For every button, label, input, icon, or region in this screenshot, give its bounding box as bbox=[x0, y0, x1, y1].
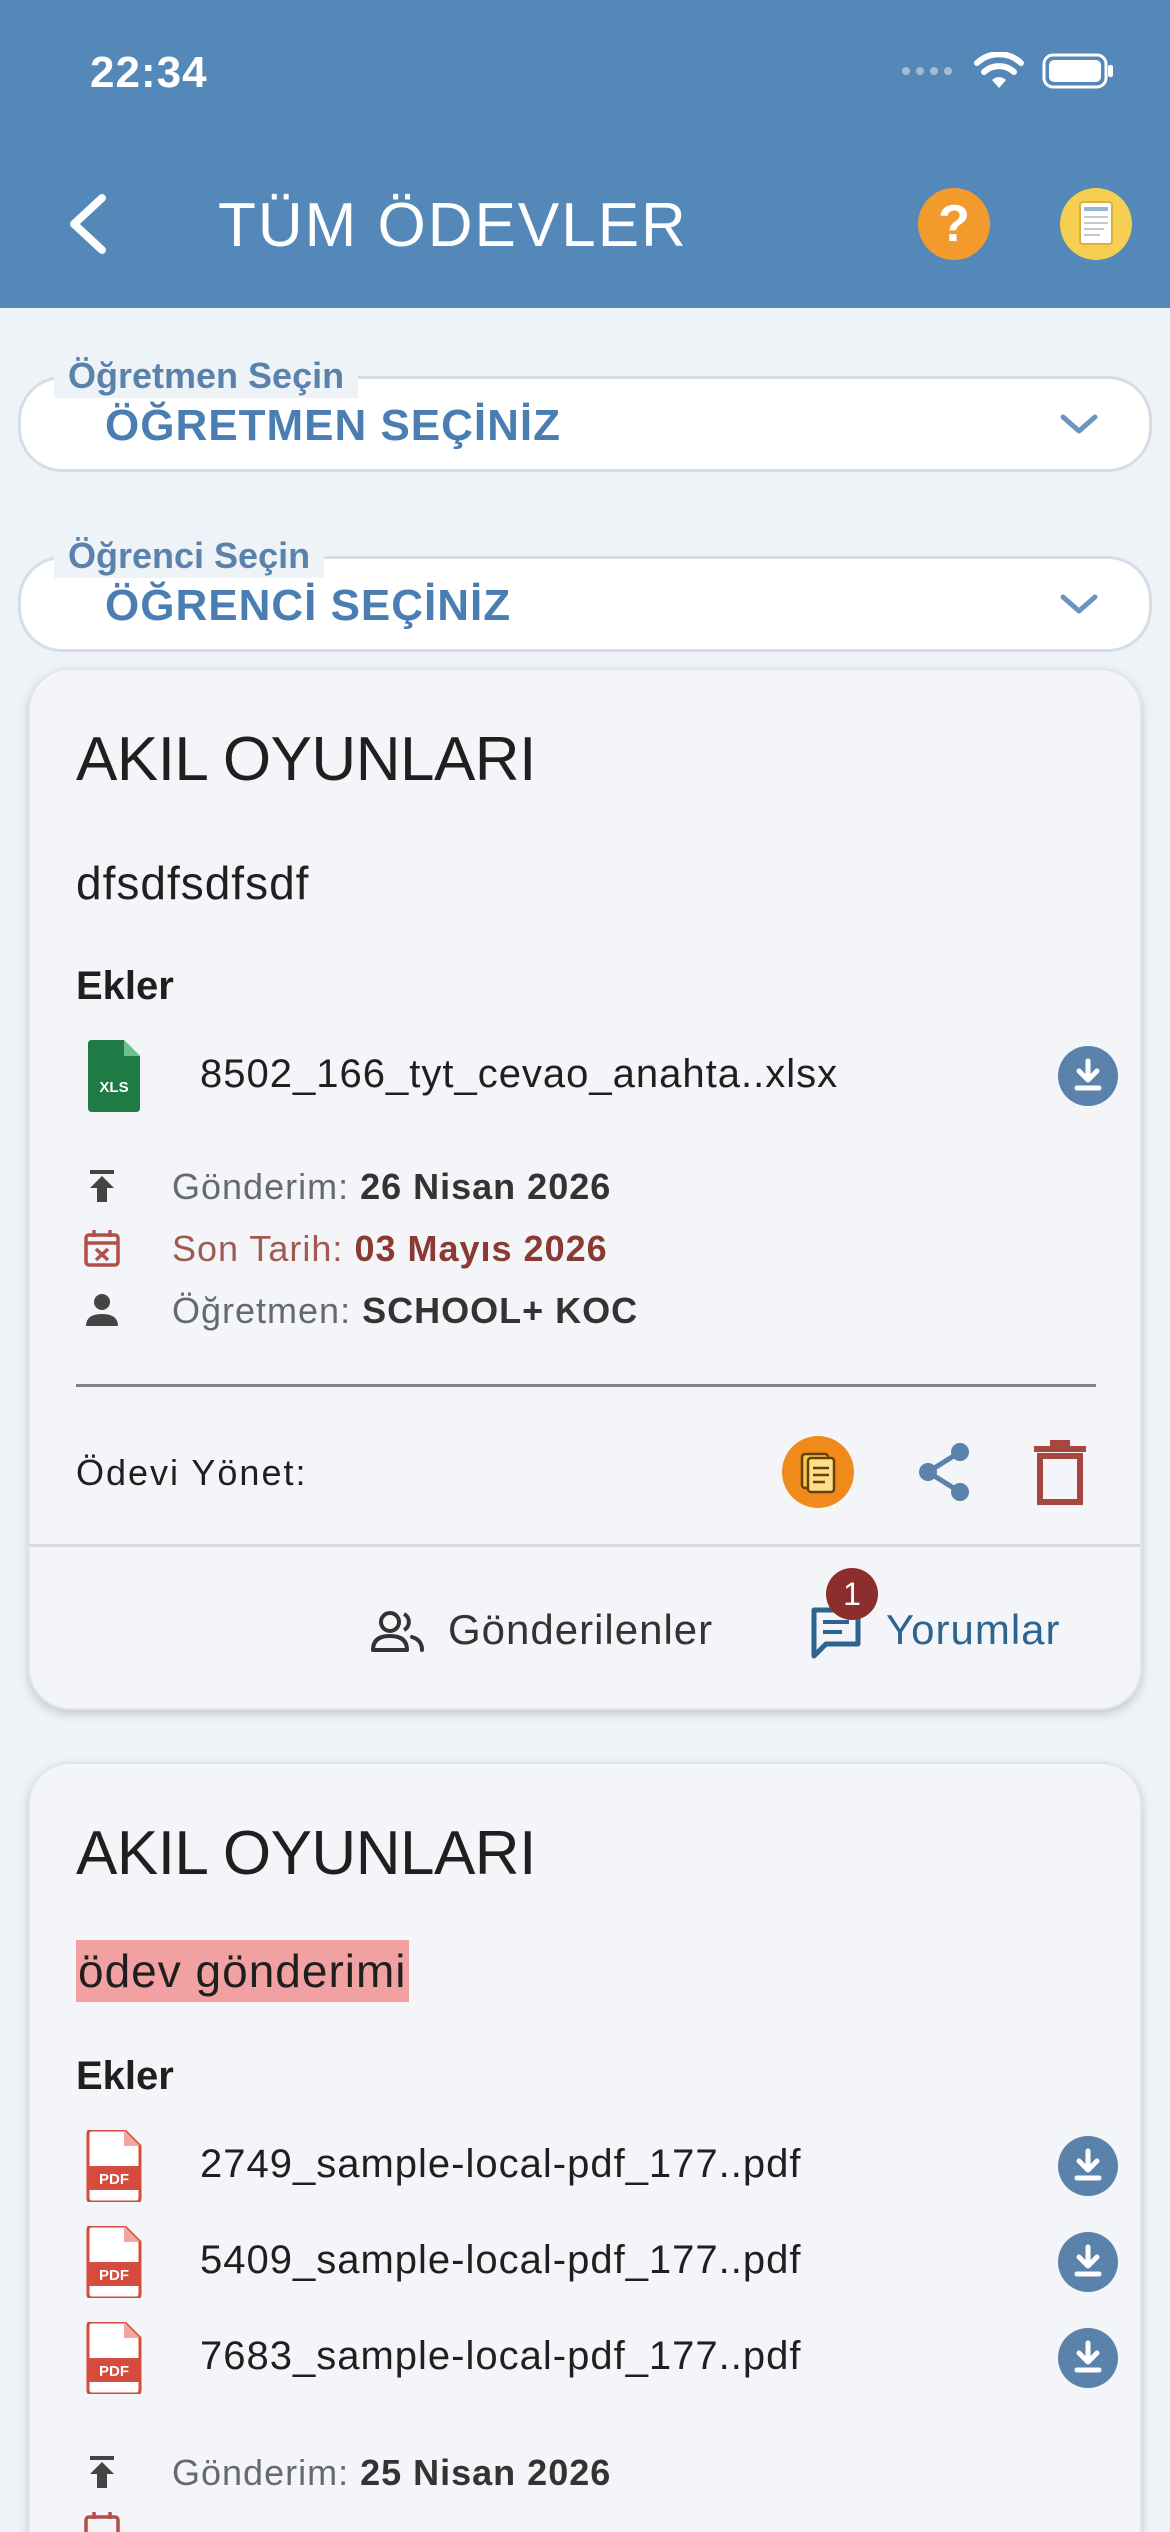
comments-label: Yorumlar bbox=[886, 1606, 1061, 1653]
copy-document-icon bbox=[800, 1452, 836, 1494]
people-icon bbox=[371, 1611, 424, 1652]
svg-text:PDF: PDF bbox=[99, 2171, 129, 2188]
teacher-name: SCHOOL+ KOC bbox=[362, 1290, 639, 1331]
upload-icon bbox=[90, 1170, 114, 1202]
help-button[interactable]: ? bbox=[918, 188, 990, 260]
person-icon bbox=[86, 1294, 118, 1326]
attachment-file-name: 5409_sample-local-pdf_177..pdf bbox=[200, 2238, 802, 2282]
attachments-heading: Ekler bbox=[76, 964, 174, 1008]
assignment-card: AKIL OYUNLARI ödev gönderimi Ekler PDF 2… bbox=[28, 1762, 1142, 2532]
page-title: TÜM ÖDEVLER bbox=[218, 191, 688, 260]
trash-icon[interactable] bbox=[1030, 1438, 1090, 1506]
download-button[interactable] bbox=[1058, 2232, 1118, 2292]
comments-count-badge: 1 bbox=[826, 1568, 878, 1620]
sent-date: 26 Nisan 2026 bbox=[360, 1166, 612, 1207]
svg-text:PDF: PDF bbox=[99, 2267, 129, 2284]
share-icon[interactable] bbox=[910, 1438, 978, 1506]
download-button[interactable] bbox=[1058, 1046, 1118, 1106]
assignment-title: AKIL OYUNLARI bbox=[76, 1819, 536, 1888]
download-button[interactable] bbox=[1058, 2328, 1118, 2388]
attachments-heading: Ekler bbox=[76, 2054, 174, 2098]
svg-text:PDF: PDF bbox=[99, 2363, 129, 2380]
teacher-label: Öğretmen: bbox=[172, 1290, 352, 1331]
attachment-row[interactable]: PDF 5409_sample-local-pdf_177..pdf bbox=[76, 2226, 1126, 2298]
status-icons bbox=[900, 52, 1114, 90]
due-date: 03 Mayıs 2026 bbox=[354, 1228, 608, 1269]
divider bbox=[76, 1384, 1096, 1387]
manage-label: Ödevi Yönet: bbox=[76, 1452, 308, 1493]
download-button[interactable] bbox=[1058, 2136, 1118, 2196]
attachment-row[interactable]: XLS 8502_166_tyt_cevao_anahta..xlsx bbox=[76, 1040, 1126, 1112]
download-icon bbox=[1074, 1058, 1102, 1091]
xls-file-icon: XLS bbox=[88, 1040, 140, 1112]
pdf-file-icon: PDF bbox=[86, 2226, 142, 2298]
assignment-card: AKIL OYUNLARI dfsdfsdfsdf Ekler XLS 8502… bbox=[28, 668, 1142, 1710]
cellular-signal-icon bbox=[902, 67, 952, 75]
download-icon bbox=[1074, 2244, 1102, 2277]
chevron-down-icon bbox=[1060, 414, 1098, 434]
divider bbox=[30, 1544, 1140, 1547]
sent-label: Gönderim: bbox=[172, 1166, 350, 1207]
assignment-description: ödev gönderimi bbox=[76, 1940, 409, 2002]
calendar-cancel-icon bbox=[84, 2512, 120, 2532]
app-header: 22:34 TÜM ÖDEVLER ? bbox=[0, 0, 1170, 308]
report-button[interactable] bbox=[1060, 188, 1132, 260]
pdf-file-icon: PDF bbox=[86, 2130, 142, 2202]
battery-icon bbox=[1042, 53, 1113, 89]
teacher-select-label: Öğretmen Seçin bbox=[54, 354, 359, 398]
back-arrow-icon[interactable] bbox=[58, 188, 118, 260]
calendar-cancel-icon bbox=[84, 1230, 120, 1267]
attachment-file-name: 2749_sample-local-pdf_177..pdf bbox=[200, 2142, 802, 2186]
pdf-file-icon: PDF bbox=[86, 2322, 142, 2394]
attachment-file-name: 8502_166_tyt_cevao_anahta..xlsx bbox=[200, 1052, 839, 1096]
teacher-select-value: ÖĞRETMEN SEÇİNİZ bbox=[105, 401, 562, 450]
assignment-description: dfsdfsdfsdf bbox=[76, 857, 310, 909]
submissions-label: Gönderilenler bbox=[448, 1606, 714, 1653]
attachment-file-name: 7683_sample-local-pdf_177..pdf bbox=[200, 2334, 802, 2378]
download-icon bbox=[1074, 2340, 1102, 2373]
download-icon bbox=[1074, 2148, 1102, 2181]
student-select-value: ÖĞRENCİ SEÇİNİZ bbox=[105, 581, 512, 630]
sent-label: Gönderim: bbox=[172, 2452, 350, 2493]
wifi-icon bbox=[974, 52, 1024, 88]
status-time: 22:34 bbox=[90, 48, 208, 97]
student-select-label: Öğrenci Seçin bbox=[54, 534, 325, 578]
attachment-row[interactable]: PDF 7683_sample-local-pdf_177..pdf bbox=[76, 2322, 1126, 2394]
upload-icon bbox=[90, 2456, 114, 2488]
sent-date: 25 Nisan 2026 bbox=[360, 2452, 612, 2493]
chevron-down-icon bbox=[1060, 594, 1098, 614]
copy-assignment-button[interactable] bbox=[782, 1436, 854, 1508]
attachment-row[interactable]: PDF 2749_sample-local-pdf_177..pdf bbox=[76, 2130, 1126, 2202]
report-document-icon bbox=[1079, 201, 1113, 245]
svg-text:XLS: XLS bbox=[99, 1079, 128, 1096]
due-label: Son Tarih: bbox=[172, 1228, 344, 1269]
assignment-title: AKIL OYUNLARI bbox=[76, 725, 536, 794]
